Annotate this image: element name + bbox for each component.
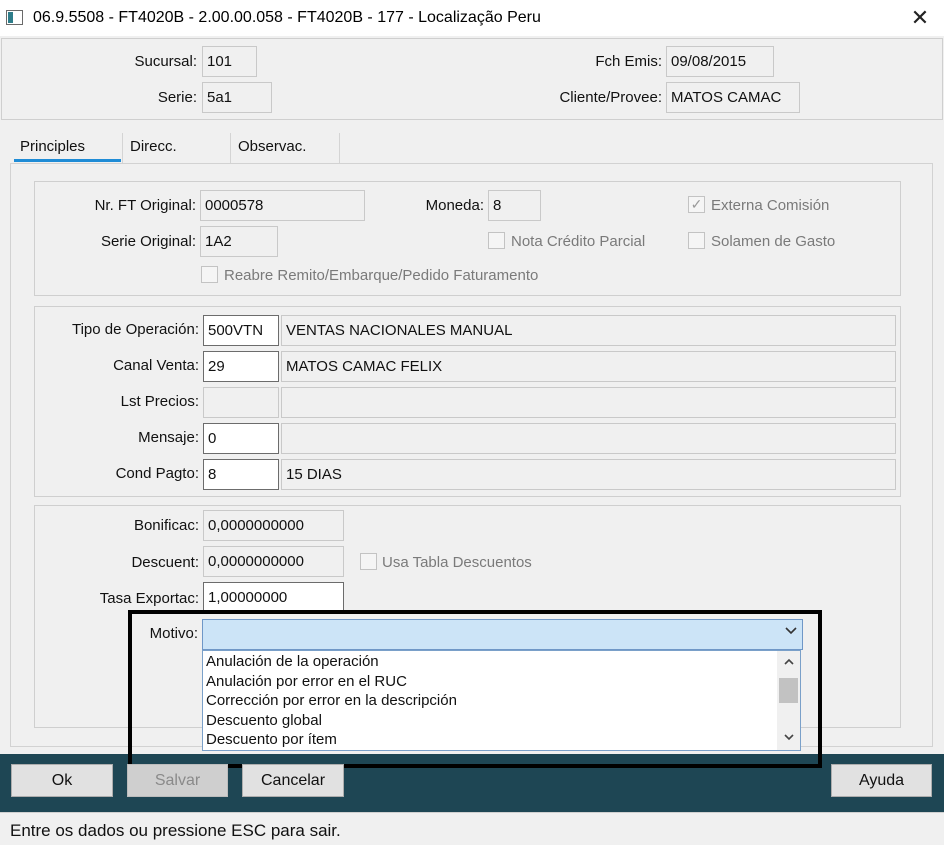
tasa-exportac-label: Tasa Exportac:	[99, 590, 199, 607]
tab-principles[interactable]: Principles	[20, 138, 85, 155]
solamen-gasto-label: Solamen de Gasto	[711, 233, 836, 250]
lst-precios-desc-field	[281, 387, 896, 418]
tipo-operacion-code-field[interactable]: 500VTN	[203, 315, 279, 346]
mensaje-label: Mensaje:	[138, 429, 199, 446]
canal-venta-label: Canal Venta:	[113, 357, 199, 374]
cond-pagto-label: Cond Pagto:	[115, 465, 199, 482]
header-panel	[1, 38, 943, 120]
serie-original-label: Serie Original:	[100, 233, 196, 250]
moneda-field[interactable]: 8	[488, 190, 541, 221]
active-tab-indicator	[14, 159, 121, 162]
externa-comision-label: Externa Comisión	[711, 197, 830, 214]
nota-credito-label: Nota Crédito Parcial	[511, 233, 646, 250]
salvar-button[interactable]: Salvar	[127, 764, 228, 797]
nr-ft-original-label: Nr. FT Original:	[94, 197, 196, 214]
reabre-label: Reabre Remito/Embarque/Pedido Faturament…	[224, 267, 539, 284]
highlight-box	[128, 610, 822, 768]
usa-tabla-checkbox[interactable]	[360, 553, 377, 570]
fch-emis-label: Fch Emis:	[595, 53, 662, 70]
mensaje-code-field[interactable]: 0	[203, 423, 279, 454]
serie-label: Serie:	[157, 89, 197, 106]
lst-precios-code-field[interactable]	[203, 387, 279, 418]
status-bar: Entre os dados ou pressione ESC para sai…	[0, 812, 944, 845]
cancelar-button[interactable]: Cancelar	[242, 764, 344, 797]
canal-venta-desc-field: MATOS CAMAC FELIX	[281, 351, 896, 382]
reabre-checkbox[interactable]	[201, 266, 218, 283]
tab-divider	[230, 133, 231, 163]
usa-tabla-label: Usa Tabla Descuentos	[382, 554, 532, 571]
tipo-operacion-label: Tipo de Operación:	[71, 321, 199, 338]
window-title: 06.9.5508 - FT4020B - 2.00.00.058 - FT40…	[33, 9, 541, 26]
title-bar: 06.9.5508 - FT4020B - 2.00.00.058 - FT40…	[0, 0, 944, 36]
fch-emis-field[interactable]: 09/08/2015	[666, 46, 774, 77]
serie-original-field[interactable]: 1A2	[200, 226, 278, 257]
ayuda-button[interactable]: Ayuda	[831, 764, 932, 797]
cond-pagto-code-field[interactable]: 8	[203, 459, 279, 490]
tab-observac[interactable]: Observac.	[238, 138, 306, 155]
lst-precios-label: Lst Precios:	[120, 393, 199, 410]
bonificac-field[interactable]: 0,0000000000	[203, 510, 344, 541]
nr-ft-original-field[interactable]: 0000578	[200, 190, 365, 221]
tipo-operacion-desc-field: VENTAS NACIONALES MANUAL	[281, 315, 896, 346]
status-text: Entre os dados ou pressione ESC para sai…	[10, 821, 341, 840]
canal-venta-code-field[interactable]: 29	[203, 351, 279, 382]
cliente-field[interactable]: MATOS CAMAC	[666, 82, 800, 113]
tab-divider	[122, 133, 123, 163]
tab-divider	[339, 133, 340, 163]
cliente-label: Cliente/Provee:	[559, 89, 662, 106]
moneda-label: Moneda:	[425, 197, 484, 214]
solamen-gasto-checkbox[interactable]	[688, 232, 705, 249]
sucursal-label: Sucursal:	[134, 53, 197, 70]
serie-field[interactable]: 5a1	[202, 82, 272, 113]
tasa-exportac-field[interactable]: 1,00000000	[203, 582, 344, 613]
sucursal-field[interactable]: 101	[202, 46, 257, 77]
descuent-label: Descuent:	[131, 554, 199, 571]
nota-credito-checkbox[interactable]	[488, 232, 505, 249]
descuent-field[interactable]: 0,0000000000	[203, 546, 344, 577]
tab-direcc[interactable]: Direcc.	[130, 138, 177, 155]
bonificac-label: Bonificac:	[133, 517, 199, 534]
cond-pagto-desc-field: 15 DIAS	[281, 459, 896, 490]
mensaje-desc-field	[281, 423, 896, 454]
externa-comision-checkbox[interactable]: ✓	[688, 196, 705, 213]
close-icon[interactable]: ✕	[904, 4, 936, 32]
ok-button[interactable]: Ok	[11, 764, 113, 797]
app-icon	[6, 10, 23, 25]
